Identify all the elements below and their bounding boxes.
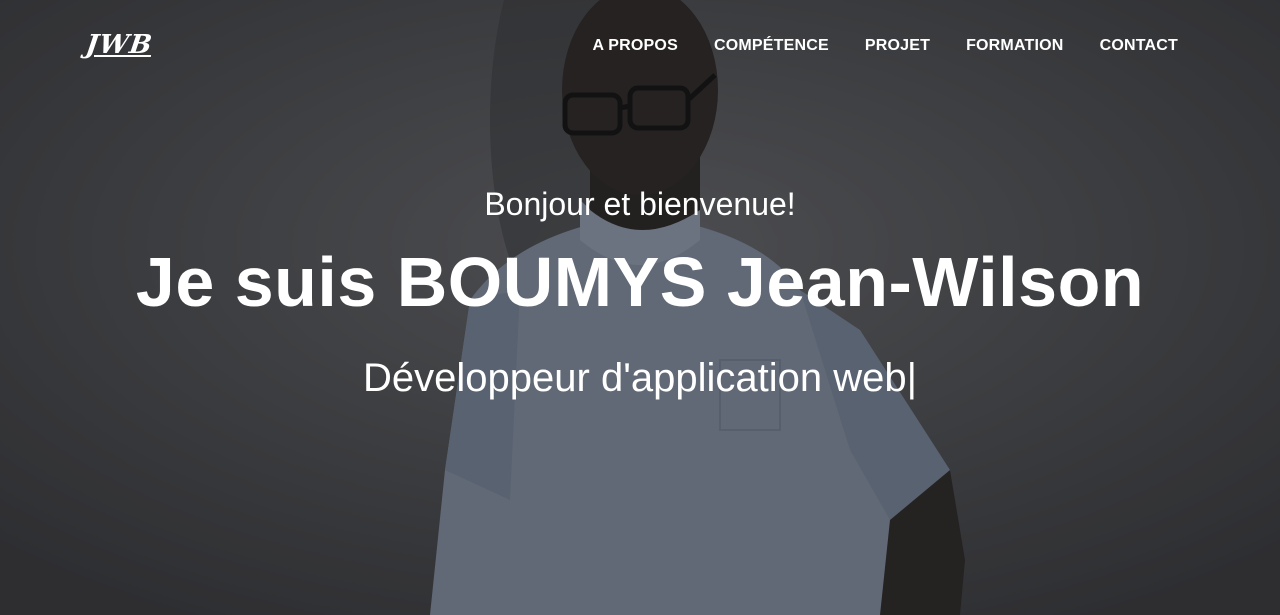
nav-item-formation: FORMATION <box>966 36 1064 56</box>
nav-menu: A PROPOS COMPÉTENCE PROJET FORMATION CON… <box>592 36 1178 56</box>
nav-item-competence: COMPÉTENCE <box>714 36 829 56</box>
brand-logo[interactable]: JWB <box>84 30 155 60</box>
nav-item-a-propos: A PROPOS <box>592 36 677 56</box>
nav-link-formation[interactable]: FORMATION <box>966 36 1064 56</box>
hero-content: Bonjour et bienvenue! Je suis BOUMYS Jea… <box>0 184 1280 402</box>
nav-link-projet[interactable]: PROJET <box>865 36 930 56</box>
nav-link-a-propos[interactable]: A PROPOS <box>592 36 677 56</box>
hero-headline: Je suis BOUMYS Jean-Wilson <box>135 243 1145 321</box>
nav-item-projet: PROJET <box>865 36 930 56</box>
nav-link-contact[interactable]: CONTACT <box>1100 36 1178 56</box>
nav-link-competence[interactable]: COMPÉTENCE <box>714 36 829 56</box>
nav-item-contact: CONTACT <box>1100 36 1178 56</box>
hero-typed-role: Développeur d'application web| <box>363 356 917 400</box>
hero-section: JWB A PROPOS COMPÉTENCE PROJET FORMATION… <box>0 0 1280 615</box>
hero-greeting: Bonjour et bienvenue! <box>484 186 796 222</box>
top-navbar: JWB A PROPOS COMPÉTENCE PROJET FORMATION… <box>0 0 1280 92</box>
